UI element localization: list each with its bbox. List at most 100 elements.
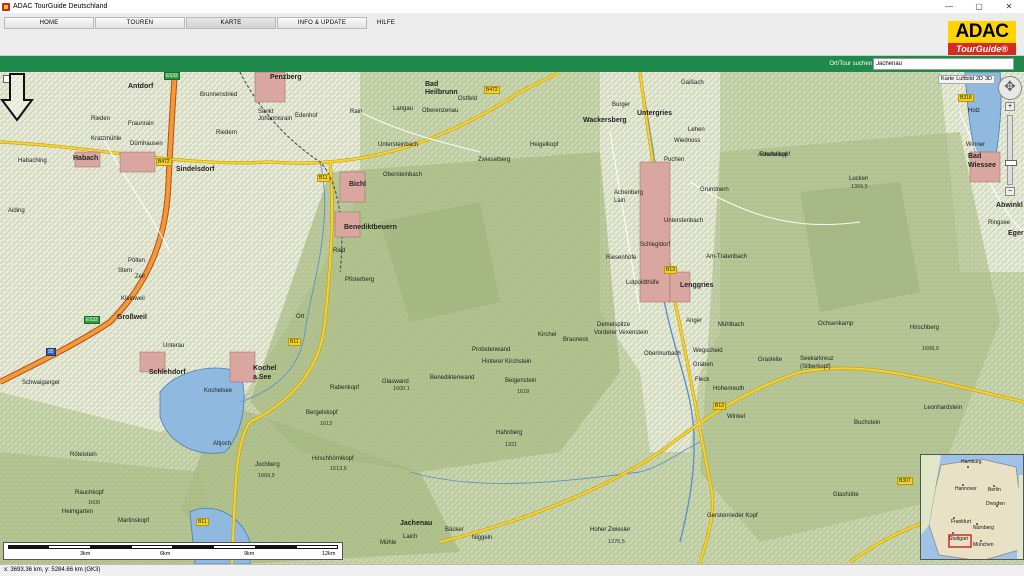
place-label: Gaißach (681, 80, 704, 86)
map-type-3d[interactable]: 3D (985, 76, 992, 83)
place-label: Martinskopf (118, 518, 150, 524)
place-label: Brauneck (563, 337, 589, 343)
place-label: Hohenreuth (713, 386, 745, 392)
road-shield: B307 (897, 477, 913, 485)
tab-karte[interactable]: KARTE (186, 17, 276, 29)
place-label: Am-Tratenbach (706, 254, 748, 260)
peak-height: 1376,5 (608, 539, 625, 545)
place-label: Niggeln (472, 535, 493, 541)
place-label: Unterstenbach (664, 218, 704, 224)
overview-map[interactable]: Hamburg Hannover Berlin Dresden Frankfur… (920, 454, 1024, 560)
place-label: Zwieselberg (478, 157, 511, 163)
peak-height: 1613 (320, 421, 333, 427)
road-shield: B472 (484, 86, 500, 94)
place-label: Burger (612, 102, 631, 108)
map-view[interactable]: Penzberg Antdorf Bad Heilbrunn Habach Si… (0, 72, 1024, 564)
peak-height: 1668,9 (922, 346, 939, 352)
logo-bottom: TourGuide® (948, 43, 1016, 55)
tab-info-update[interactable]: INFO & UPDATE (277, 17, 367, 29)
overview-label: Berlin (988, 487, 1001, 493)
place-label: Stern (118, 268, 133, 274)
overview-label: München (973, 542, 994, 548)
place-label: Buchstein (854, 420, 881, 426)
map-type-karte[interactable]: Karte (941, 76, 954, 83)
place-label: Hinterer Kirchstein (482, 359, 532, 365)
minimize-button[interactable]: — (934, 0, 964, 13)
peak-height: 1669,5 (258, 473, 275, 479)
place-label: Gerstenrieder Kopf (707, 513, 758, 519)
place-label: Sankt Johannisrain (258, 109, 293, 122)
place-label: Großweil (117, 314, 147, 321)
place-label: Lain (614, 198, 626, 204)
place-label: Jachenau (400, 520, 433, 527)
place-label: Obersteinbach (383, 172, 423, 178)
peak-height: 1321 (505, 442, 518, 448)
place-label: Kirchel (538, 332, 557, 338)
search-input[interactable] (873, 58, 1014, 70)
app-icon (2, 2, 10, 11)
place-label: Holz (968, 108, 981, 114)
road-shield: B11 (317, 174, 330, 182)
place-label: Puchen (664, 157, 685, 163)
place-label: Edenhof (295, 113, 318, 119)
place-label: Rain (350, 109, 363, 115)
place-label: Demelspitze (597, 322, 631, 328)
window-titlebar: ADAC TourGuide Deutschland — ▢ ✕ (0, 0, 1024, 13)
search-bar: Ort/Tour suchen (0, 56, 1024, 72)
place-label: Glaswand (382, 379, 409, 385)
pan-compass-icon[interactable] (998, 76, 1022, 100)
place-label: Aiding (8, 208, 25, 214)
place-label: Riesenhöfe (606, 255, 637, 261)
tab-hilfe[interactable]: HILFE (368, 17, 408, 29)
scale-seg (295, 545, 338, 549)
scale-label: 9km (244, 551, 255, 557)
place-label: Rauchkopf (75, 490, 104, 496)
place-label: Probstenwand (472, 347, 511, 353)
road-shield: E533 (164, 72, 180, 80)
scale-seg (213, 545, 256, 549)
zoom-slider-thumb[interactable] (1005, 160, 1017, 166)
zoom-out-button[interactable]: − (1005, 187, 1015, 196)
place-label: Dürnhausen (130, 141, 163, 147)
scale-label: 6km (160, 551, 171, 557)
tab-home[interactable]: HOME (4, 17, 94, 29)
place-label: Bäcker (445, 527, 464, 533)
place-label: Heigelkopf (530, 142, 559, 148)
zoom-in-button[interactable]: + (1005, 102, 1015, 111)
place-label: Habach (73, 155, 99, 162)
peak-height: 1600 (88, 500, 101, 506)
place-label: Anger (686, 318, 703, 324)
place-label: Eger (1008, 230, 1024, 237)
map-type-2d[interactable]: 2D (976, 76, 983, 83)
place-label: Schwaiganger (22, 380, 61, 386)
down-arrow-icon (0, 73, 34, 122)
place-label: Ringsee (988, 220, 1011, 226)
scale-seg (8, 545, 49, 549)
close-button[interactable]: ✕ (994, 0, 1024, 13)
place-label: Pölten (128, 258, 146, 264)
place-label: Altjoch (213, 441, 232, 447)
scale-seg (255, 545, 296, 549)
scale-segments (8, 545, 338, 549)
place-label: Unterau (163, 343, 185, 349)
place-label: Grundnern (700, 187, 729, 193)
scale-seg (90, 545, 131, 549)
zoom-slider[interactable] (1005, 115, 1017, 185)
overview-label: Hannover (955, 486, 977, 492)
map-navigation: + − (998, 76, 1022, 196)
main-toolbar: HOME TOUREN KARTE INFO & UPDATE HILFE AD… (0, 13, 1024, 56)
place-label: Mühle (380, 540, 397, 546)
road-shield: 95 (46, 348, 56, 356)
place-label: Abwinkl (996, 202, 1023, 209)
place-label: Habaching (18, 158, 47, 164)
place-label: Langau (393, 106, 414, 112)
status-bar: x: 3693.36 km, y: 5284.66 km (GK3) (0, 564, 1024, 576)
place-label: Obermurbach (644, 351, 681, 357)
map-type-luftbild[interactable]: Luftbild (956, 76, 974, 83)
road-shield: E533 (84, 316, 100, 324)
tab-touren[interactable]: TOUREN (95, 17, 185, 29)
place-label: Untersteinbach (378, 142, 419, 148)
place-label: Penzberg (270, 74, 302, 81)
maximize-button[interactable]: ▢ (964, 0, 994, 13)
place-label: Kochel a.See (253, 365, 277, 381)
